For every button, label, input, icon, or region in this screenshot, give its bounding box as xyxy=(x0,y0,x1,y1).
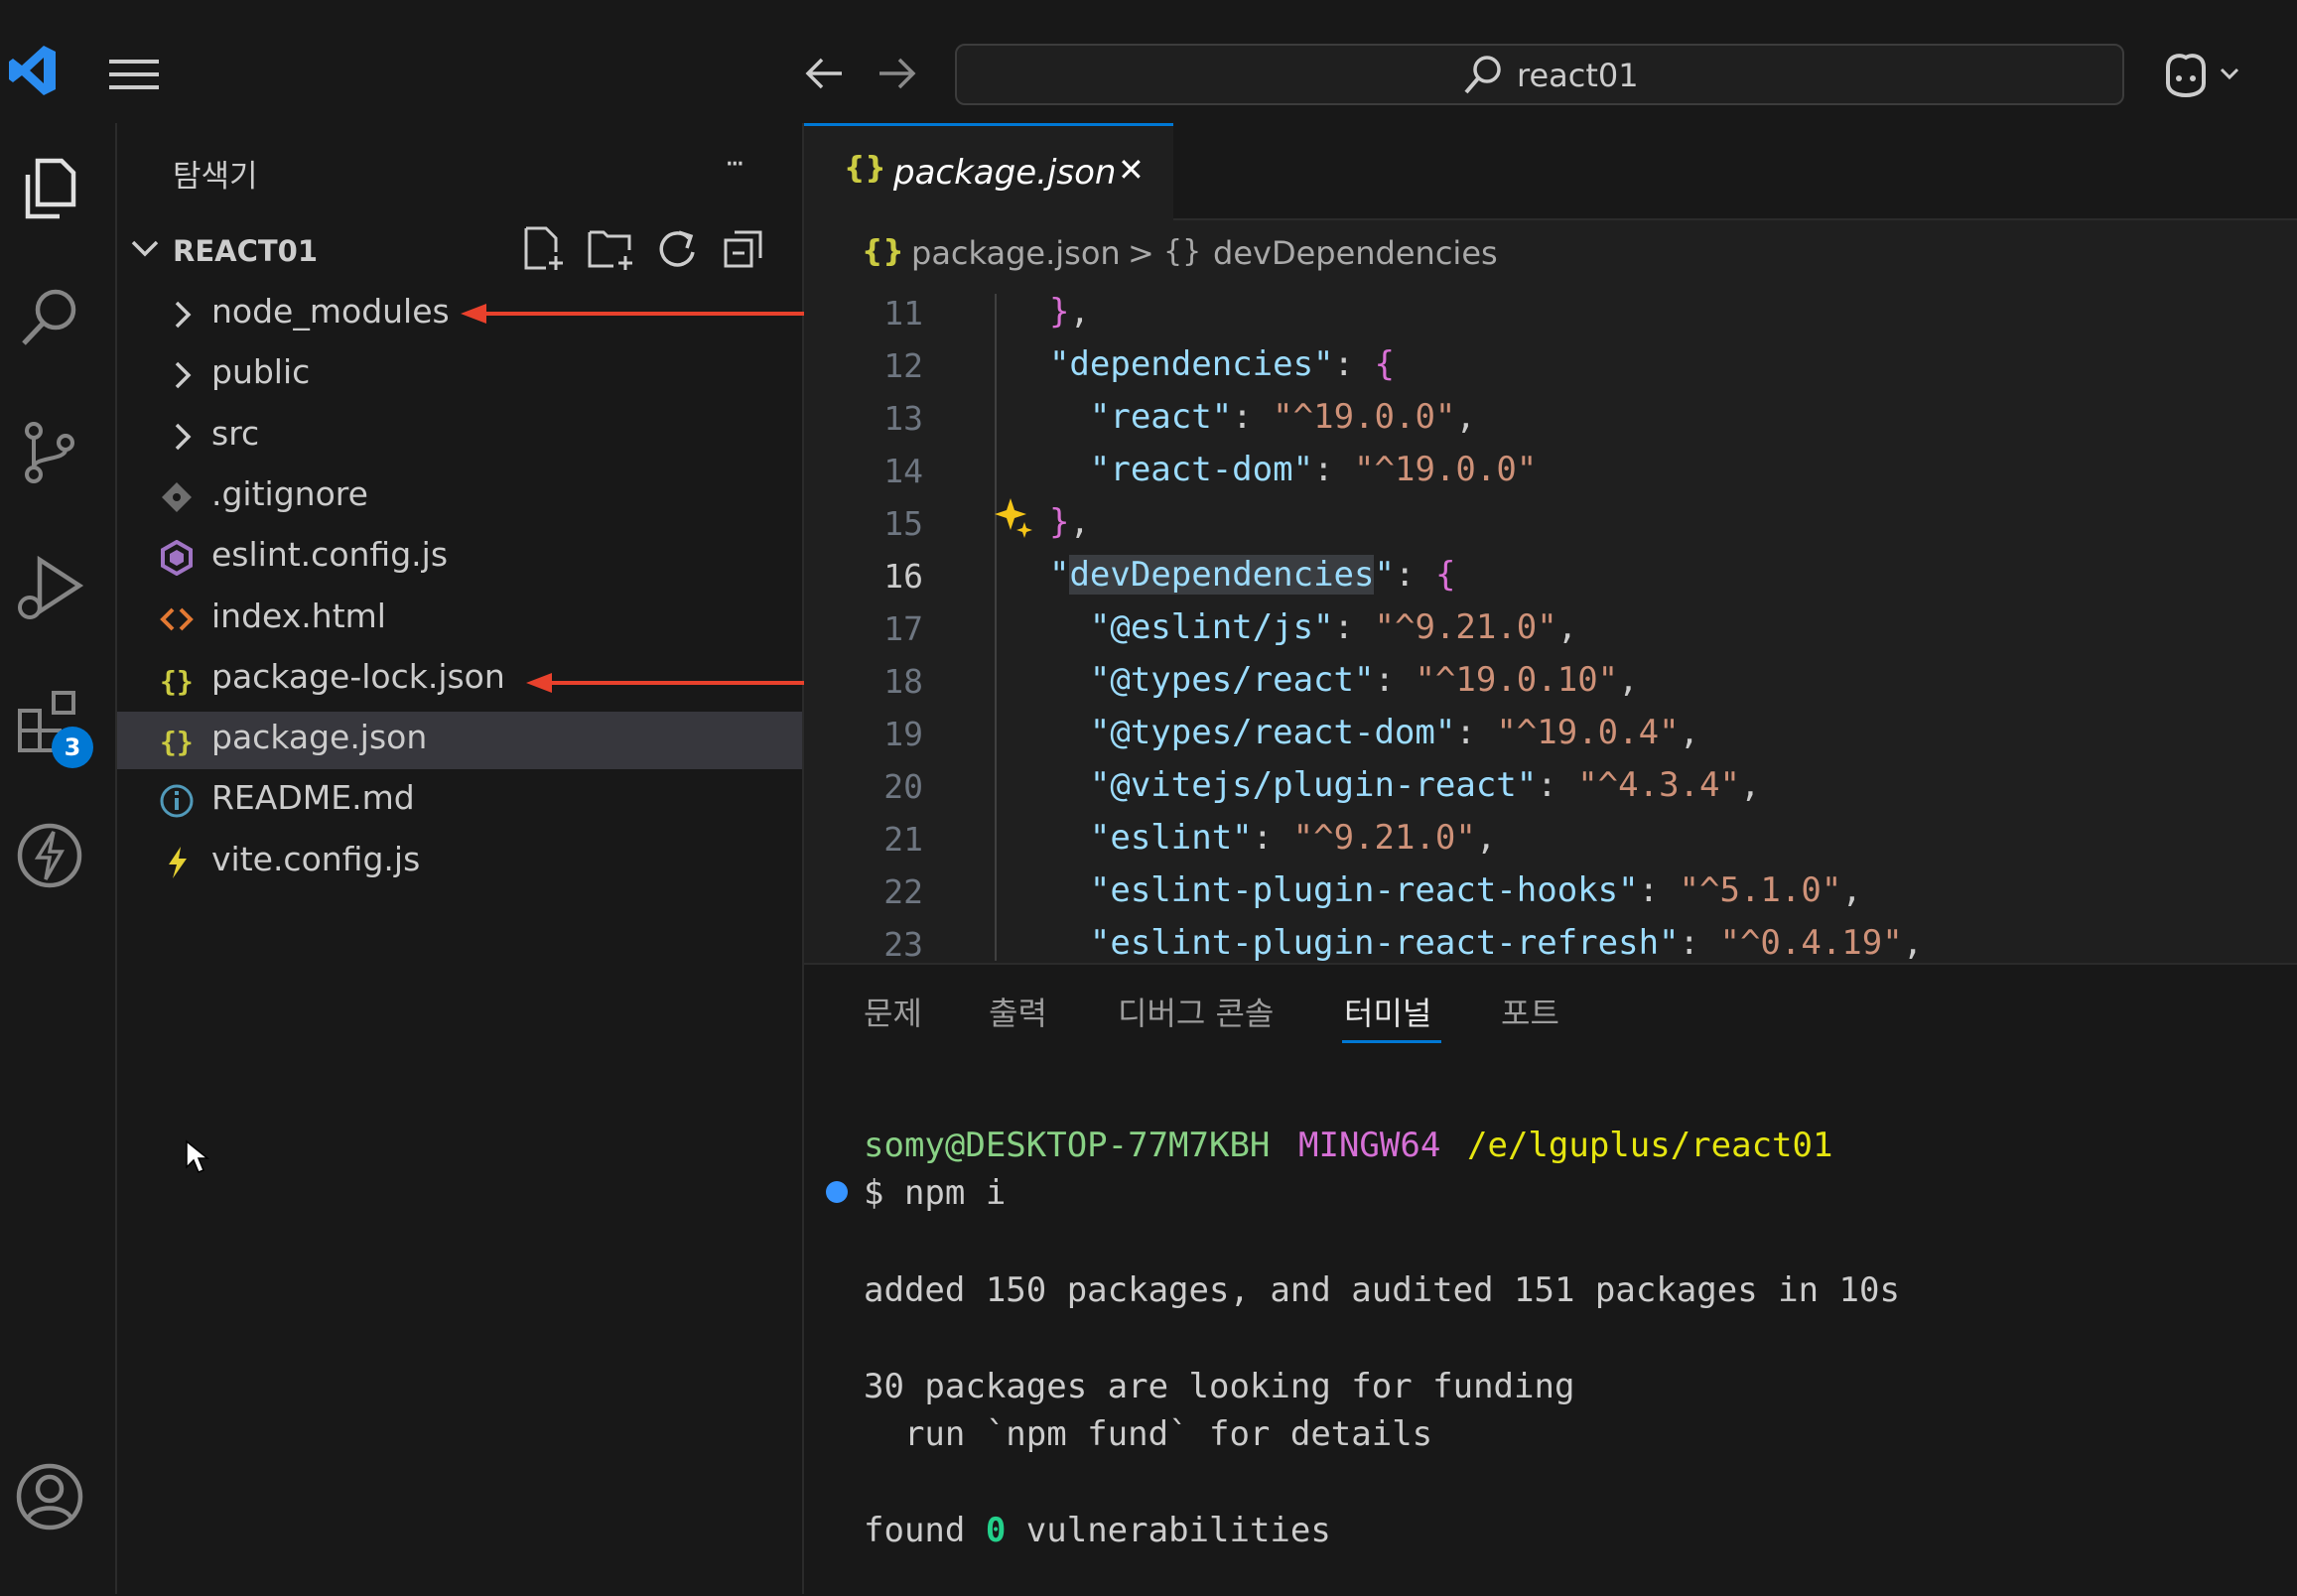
eslint-icon xyxy=(159,539,195,577)
mouse-cursor-icon xyxy=(186,1139,210,1173)
terminal-command: $ npm i xyxy=(864,1173,1007,1213)
line-number: 12 xyxy=(883,346,923,385)
close-icon[interactable]: ✕ xyxy=(1118,151,1145,189)
code-line: "@vitejs/plugin-react": "^4.3.4", xyxy=(1089,765,1761,805)
code-line: }, xyxy=(1048,292,1090,332)
collapse-all-icon[interactable] xyxy=(723,228,764,270)
tree-item-label: package.json xyxy=(211,718,428,756)
json-icon: {} xyxy=(159,723,195,758)
project-folder-name[interactable]: REACT01 xyxy=(173,234,318,268)
line-number: 13 xyxy=(883,399,923,438)
panel-tab[interactable]: 디버그 콘솔 xyxy=(1118,989,1274,1034)
code-line: "eslint-plugin-react-refresh": "^0.4.19"… xyxy=(1089,923,1924,963)
line-number: 17 xyxy=(883,609,923,648)
sparkle-icon[interactable] xyxy=(995,496,1034,542)
svg-text:{}: {} xyxy=(160,665,194,698)
line-number: 21 xyxy=(883,820,923,859)
breadcrumb-file[interactable]: package.json xyxy=(911,234,1121,272)
tree-item-label: .gitignore xyxy=(211,474,368,513)
tree-item-label: package-lock.json xyxy=(211,657,505,696)
chevron-down-icon[interactable] xyxy=(131,238,159,258)
panel-tab[interactable]: 문제 xyxy=(864,989,922,1034)
panel-tab[interactable]: 터미널 xyxy=(1344,989,1431,1034)
terminal-output-line: 30 packages are looking for funding xyxy=(864,1367,1575,1406)
code-line: "@types/react": "^19.0.10", xyxy=(1089,660,1639,700)
code-line: "eslint-plugin-react-hooks": "^5.1.0", xyxy=(1089,870,1862,910)
new-file-icon[interactable] xyxy=(522,226,566,272)
tree-item-label: README.md xyxy=(211,778,415,817)
chevron-right-icon[interactable] xyxy=(165,297,201,332)
line-number: 14 xyxy=(883,452,923,490)
info-icon xyxy=(159,783,195,819)
code-line: "@types/react-dom": "^19.0.4", xyxy=(1089,713,1700,752)
back-arrow-icon[interactable] xyxy=(804,56,844,91)
line-number: 19 xyxy=(883,715,923,753)
forward-arrow-icon[interactable] xyxy=(878,56,917,91)
line-number: 15 xyxy=(883,504,923,543)
explorer-icon[interactable] xyxy=(14,153,85,224)
tree-item-label: index.html xyxy=(211,597,386,635)
vscode-logo-icon xyxy=(9,46,56,95)
new-folder-icon[interactable] xyxy=(588,226,635,272)
extensions-badge: 3 xyxy=(52,727,93,768)
tab-label: package.json xyxy=(893,153,1117,193)
terminal-user: somy@DESKTOP-77M7KBH xyxy=(864,1126,1271,1165)
search-text: react01 xyxy=(1517,57,1639,94)
vite-icon xyxy=(159,845,195,880)
line-number: 20 xyxy=(883,767,923,806)
terminal-path: /e/lguplus/react01 xyxy=(1467,1126,1833,1165)
chevron-right-icon[interactable] xyxy=(165,357,201,393)
svg-text:{}: {} xyxy=(160,726,194,758)
tree-item-label: eslint.config.js xyxy=(211,535,449,574)
line-number: 18 xyxy=(883,662,923,701)
menu-icon[interactable] xyxy=(109,58,159,91)
code-line: "devDependencies": { xyxy=(1048,555,1456,595)
tree-item-label: public xyxy=(211,352,311,391)
panel-tab[interactable]: 출력 xyxy=(989,989,1047,1034)
source-control-icon[interactable] xyxy=(14,417,85,488)
tree-item-label: src xyxy=(211,414,260,453)
code-line: "react": "^19.0.0", xyxy=(1089,397,1476,437)
breadcrumb-separator: > xyxy=(1128,234,1154,272)
code-line: "dependencies": { xyxy=(1048,344,1395,384)
search-icon xyxy=(1464,56,1501,94)
terminal-output-line: run `npm fund` for details xyxy=(864,1414,1433,1454)
line-number: 23 xyxy=(883,925,923,964)
line-number: 16 xyxy=(883,557,923,596)
breadcrumb-symbol-icon: {} xyxy=(1163,234,1202,269)
terminal-output-line: found 0 vulnerabilities xyxy=(864,1511,1331,1550)
terminal-env: MINGW64 xyxy=(1298,1126,1441,1165)
accounts-icon[interactable] xyxy=(14,1461,85,1532)
active-tab-indicator xyxy=(1342,1040,1441,1043)
tree-item-label: node_modules xyxy=(211,292,450,331)
json-icon: {} xyxy=(159,662,195,698)
annotation-arrow-node-modules xyxy=(461,304,856,324)
more-actions-icon[interactable]: ··· xyxy=(725,147,745,182)
sidebar-title: 탐색기 xyxy=(173,159,258,195)
line-number: 22 xyxy=(883,872,923,911)
command-status-dot[interactable] xyxy=(826,1181,848,1203)
code-line: "eslint": "^9.21.0", xyxy=(1089,818,1497,858)
copilot-icon[interactable] xyxy=(2160,50,2247,97)
run-debug-icon[interactable] xyxy=(14,552,85,623)
line-number: 11 xyxy=(883,294,923,332)
code-line: "react-dom": "^19.0.0" xyxy=(1089,450,1538,489)
indent-guide xyxy=(995,294,997,961)
search-view-icon[interactable] xyxy=(14,282,85,353)
json-icon: {} xyxy=(844,151,886,186)
refresh-icon[interactable] xyxy=(655,228,697,270)
git-icon xyxy=(159,479,195,515)
remote-explorer-icon[interactable] xyxy=(14,820,85,891)
chevron-right-icon[interactable] xyxy=(165,419,201,455)
panel-tab[interactable]: 포트 xyxy=(1501,989,1559,1034)
terminal-output-line: added 150 packages, and audited 151 pack… xyxy=(864,1270,1900,1310)
breadcrumb-json-icon: {} xyxy=(862,234,904,269)
html-icon xyxy=(159,601,195,637)
breadcrumb-symbol[interactable]: devDependencies xyxy=(1213,234,1498,272)
code-line: "@eslint/js": "^9.21.0", xyxy=(1089,607,1578,647)
tree-item-label: vite.config.js xyxy=(211,840,421,878)
vulnerability-count: 0 xyxy=(985,1511,1007,1550)
